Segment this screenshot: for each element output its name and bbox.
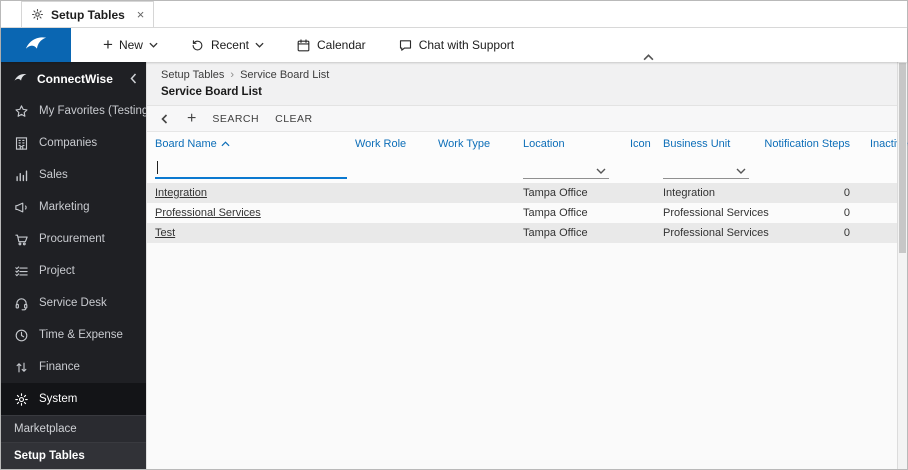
location-cell: Tampa Office (523, 207, 588, 219)
chevron-down-icon (596, 168, 606, 174)
chevron-left-icon (130, 73, 137, 84)
connectwise-bird-icon (14, 73, 27, 81)
plus-icon: + (103, 34, 113, 54)
top-navigation: + New Recent Calendar Chat with Support (1, 28, 907, 62)
megaphone-icon (15, 202, 27, 212)
breadcrumb-setup-tables-link[interactable]: Setup Tables (161, 69, 224, 81)
column-header-location[interactable]: Location (523, 138, 630, 150)
collapse-nav-chevron[interactable] (643, 48, 654, 66)
gear-icon (31, 8, 44, 21)
table-row[interactable]: Integration Tampa Office Integration 0 (147, 183, 897, 203)
tab-close-icon[interactable]: × (137, 7, 145, 22)
tab-label: Setup Tables (51, 7, 125, 22)
column-header-business-unit[interactable]: Business Unit (663, 138, 780, 150)
board-name-link[interactable]: Test (155, 227, 355, 239)
browser-tab-setup-tables[interactable]: Setup Tables × (21, 1, 155, 27)
chat-bubble-icon (399, 39, 411, 51)
breadcrumb-separator: › (230, 69, 235, 81)
column-header-icon[interactable]: Icon (630, 138, 663, 150)
sidebar-collapse-chevron[interactable] (130, 73, 137, 84)
search-button[interactable]: SEARCH (212, 113, 259, 125)
headset-icon (15, 297, 28, 310)
chevron-down-icon (255, 42, 264, 48)
notification-steps-cell: 0 (843, 187, 850, 199)
table-row[interactable]: Test Tampa Office Professional Services … (147, 223, 897, 243)
building-icon (15, 136, 28, 150)
location-filter-select[interactable] (523, 159, 609, 179)
table-row[interactable]: Professional Services Tampa Office Profe… (147, 203, 897, 223)
board-name-link[interactable]: Integration (155, 187, 355, 199)
sort-ascending-icon (221, 140, 230, 146)
calendar-icon (297, 38, 310, 51)
sidebar-item-sales[interactable]: Sales (1, 159, 146, 191)
business-unit-cell: Integration (663, 187, 715, 199)
chevron-down-icon (149, 42, 158, 48)
notification-steps-cell: 0 (843, 227, 850, 239)
sidebar-footer: Marketplace Setup Tables (1, 415, 146, 469)
app-window: Setup Tables × + New Recent Calendar Cha… (0, 0, 908, 470)
board-name-link[interactable]: Professional Services (155, 207, 355, 219)
back-button[interactable] (159, 113, 171, 125)
column-header-board-name[interactable]: Board Name (155, 138, 355, 150)
connectwise-bird-icon (25, 37, 47, 49)
sidebar-item-marketplace[interactable]: Marketplace (1, 415, 146, 442)
column-header-notification-steps[interactable]: Notification Steps (764, 138, 870, 150)
sidebar-item-marketing[interactable]: Marketing (1, 191, 146, 223)
main-content: Setup Tables › Service Board List Servic… (146, 62, 908, 469)
vertical-scrollbar[interactable] (897, 62, 907, 469)
sidebar-item-procurement[interactable]: Procurement (1, 223, 146, 255)
table-filter-row (147, 155, 897, 183)
sidebar: ConnectWise My Favorites (Testing Compan… (1, 62, 146, 469)
location-cell: Tampa Office (523, 227, 588, 239)
shopping-cart-icon (15, 234, 28, 245)
list-toolbar: + SEARCH CLEAR (147, 106, 897, 132)
clear-button[interactable]: CLEAR (275, 113, 313, 125)
add-record-button[interactable]: + (187, 110, 196, 127)
location-cell: Tampa Office (523, 187, 588, 199)
board-name-filter-input[interactable] (155, 159, 347, 179)
chevron-up-icon (643, 54, 654, 61)
sidebar-item-companies[interactable]: Companies (1, 127, 146, 159)
column-header-work-type[interactable]: Work Type (438, 138, 523, 150)
text-cursor (157, 161, 158, 174)
page-header: Setup Tables › Service Board List Servic… (147, 62, 897, 106)
empty-table-area (147, 243, 897, 469)
task-list-icon (15, 265, 28, 276)
exchange-arrows-icon (16, 362, 27, 372)
bar-chart-icon (16, 169, 28, 181)
sidebar-brand[interactable]: ConnectWise (1, 62, 146, 95)
connectwise-logo[interactable] (1, 28, 71, 62)
sidebar-item-time-expense[interactable]: Time & Expense (1, 319, 146, 351)
sidebar-item-project[interactable]: Project (1, 255, 146, 287)
scrollbar-thumb[interactable] (899, 63, 906, 253)
tab-bar: Setup Tables × (1, 1, 907, 28)
clock-icon (15, 329, 28, 341)
sidebar-item-system[interactable]: System (1, 383, 146, 415)
star-icon (15, 104, 28, 117)
sidebar-item-my-favorites[interactable]: My Favorites (Testing (1, 95, 146, 127)
table-header-row: Board Name Work Role Work Type Location … (147, 132, 908, 155)
chevron-down-icon (736, 168, 746, 174)
column-header-work-role[interactable]: Work Role (355, 138, 438, 150)
breadcrumb-current: Service Board List (240, 69, 330, 81)
recent-menu-button[interactable]: Recent (190, 38, 264, 53)
business-unit-cell: Professional Services (663, 227, 769, 239)
sidebar-item-service-desk[interactable]: Service Desk (1, 287, 146, 319)
calendar-button[interactable]: Calendar (296, 38, 366, 53)
chat-with-support-button[interactable]: Chat with Support (398, 38, 514, 53)
page-title: Service Board List (161, 86, 262, 98)
gear-icon (15, 392, 28, 406)
new-menu-button[interactable]: + New (103, 34, 158, 54)
sidebar-item-setup-tables[interactable]: Setup Tables (1, 442, 146, 469)
business-unit-filter-select[interactable] (663, 159, 749, 179)
notification-steps-cell: 0 (843, 207, 850, 219)
sidebar-item-finance[interactable]: Finance (1, 351, 146, 383)
breadcrumb: Setup Tables › Service Board List (161, 69, 897, 81)
chevron-left-icon (161, 113, 168, 124)
business-unit-cell: Professional Services (663, 207, 769, 219)
recent-history-icon (192, 39, 203, 50)
